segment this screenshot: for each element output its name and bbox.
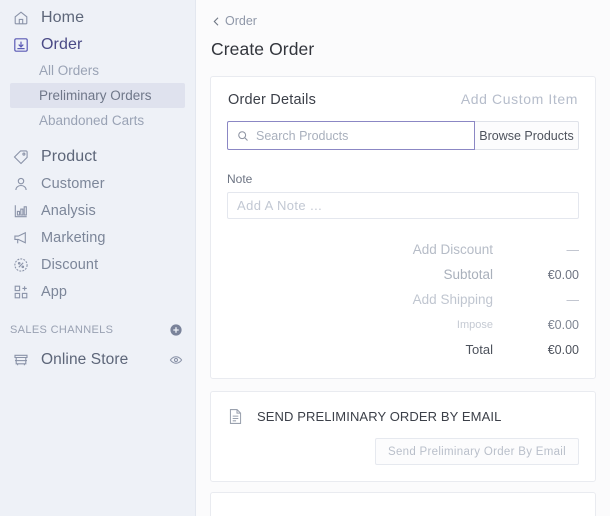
percent-badge-icon — [10, 254, 32, 276]
sidebar-subitem-label: All Orders — [39, 63, 100, 78]
subtotal-label: Subtotal — [443, 267, 493, 282]
send-email-card: SEND PRELIMINARY ORDER BY EMAIL Send Pre… — [210, 391, 596, 482]
order-details-header: Order Details Add Custom Item — [227, 91, 579, 108]
total-row-subtotal: Subtotal €0.00 — [227, 262, 579, 287]
order-details-card: Order Details Add Custom Item Search Pro… — [210, 76, 596, 379]
document-icon — [228, 408, 243, 425]
total-row-discount[interactable]: Add Discount — — [227, 237, 579, 262]
discount-value: — — [566, 242, 580, 257]
total-row-tax: Impose €0.00 — [227, 312, 579, 337]
sidebar-item-label: Product — [41, 147, 97, 165]
main-content: Order Create Order Order Details Add Cus… — [196, 0, 610, 516]
search-input[interactable]: Search Products — [227, 121, 475, 150]
total-value: €0.00 — [547, 342, 579, 357]
tax-value: €0.00 — [547, 317, 579, 332]
megaphone-icon — [10, 227, 32, 249]
sidebar-subitem-abandoned-carts[interactable]: Abandoned Carts — [0, 108, 195, 133]
search-input-placeholder: Search Products — [256, 128, 349, 143]
sales-channels-header: SALES CHANNELS — [0, 315, 195, 345]
sidebar-item-label: Analysis — [41, 202, 96, 219]
sidebar-item-label: Customer — [41, 175, 105, 192]
sales-channels-title: SALES CHANNELS — [10, 324, 114, 336]
person-icon — [10, 173, 32, 195]
order-totals: Add Discount — Subtotal €0.00 Add Shippi… — [227, 237, 579, 362]
search-icon — [237, 130, 249, 142]
sidebar-subitem-preliminary-orders[interactable]: Preliminary Orders — [10, 83, 185, 108]
bar-chart-icon — [10, 200, 32, 222]
sidebar-item-marketing[interactable]: Marketing — [0, 224, 195, 251]
tax-label: Impose — [456, 318, 493, 331]
apps-grid-icon — [10, 281, 32, 303]
sidebar-item-label: Discount — [41, 256, 99, 273]
sidebar-item-online-store[interactable]: Online Store — [0, 345, 195, 375]
product-search-row: Search Products Browse Products — [227, 121, 579, 150]
home-icon — [10, 7, 32, 29]
sidebar-item-product[interactable]: Product — [0, 143, 195, 170]
sidebar-item-analysis[interactable]: Analysis — [0, 197, 195, 224]
sidebar-item-label: Order — [41, 35, 83, 53]
total-row-shipping[interactable]: Add Shipping — — [227, 287, 579, 312]
send-email-header: SEND PRELIMINARY ORDER BY EMAIL — [227, 408, 579, 425]
next-card-partial — [210, 492, 596, 516]
storefront-icon — [10, 349, 32, 371]
plus-circle-icon[interactable] — [169, 323, 183, 337]
sidebar-item-app[interactable]: App — [0, 278, 195, 305]
note-input[interactable]: Add A Note ... — [227, 192, 579, 219]
total-row-total: Total €0.00 — [227, 337, 579, 362]
shipping-value: — — [566, 292, 580, 307]
note-input-placeholder: Add A Note ... — [237, 198, 323, 213]
chevron-left-icon — [211, 16, 222, 27]
send-preliminary-order-by-email-button[interactable]: Send Preliminary Order By Email — [374, 438, 579, 465]
app-root: Home Order All Orders Preliminary Orders… — [0, 0, 610, 516]
sidebar-subitem-label: Abandoned Carts — [39, 113, 145, 128]
page-title: Create Order — [211, 39, 315, 59]
breadcrumb-label: Order — [225, 14, 257, 28]
order-details-title: Order Details — [228, 92, 317, 108]
send-email-title: SEND PRELIMINARY ORDER BY EMAIL — [257, 409, 502, 424]
sidebar-item-customer[interactable]: Customer — [0, 170, 195, 197]
total-label: Total — [465, 342, 493, 357]
subtotal-value: €0.00 — [547, 267, 579, 282]
sidebar-subitem-label: Preliminary Orders — [39, 88, 152, 103]
sidebar-subitem-all-orders[interactable]: All Orders — [0, 58, 195, 83]
note-label: Note — [227, 172, 253, 186]
sidebar: Home Order All Orders Preliminary Orders… — [0, 0, 196, 516]
sidebar-item-home[interactable]: Home — [0, 4, 195, 31]
sidebar-item-label: Online Store — [41, 351, 129, 368]
sidebar-item-label: App — [41, 283, 68, 300]
inbox-download-icon — [10, 34, 32, 56]
browse-products-button[interactable]: Browse Products — [475, 121, 579, 150]
add-custom-item-link[interactable]: Add Custom Item — [461, 91, 578, 107]
sidebar-item-label: Home — [41, 8, 85, 26]
tag-icon — [10, 146, 32, 168]
breadcrumb[interactable]: Order — [211, 14, 257, 28]
add-shipping-link[interactable]: Add Shipping — [413, 292, 493, 307]
sidebar-item-order[interactable]: Order — [0, 31, 195, 58]
add-discount-link[interactable]: Add Discount — [413, 242, 493, 257]
sidebar-item-label: Marketing — [41, 229, 106, 246]
send-email-button-wrap: Send Preliminary Order By Email — [227, 438, 579, 465]
sidebar-item-discount[interactable]: Discount — [0, 251, 195, 278]
eye-icon[interactable] — [169, 353, 183, 367]
